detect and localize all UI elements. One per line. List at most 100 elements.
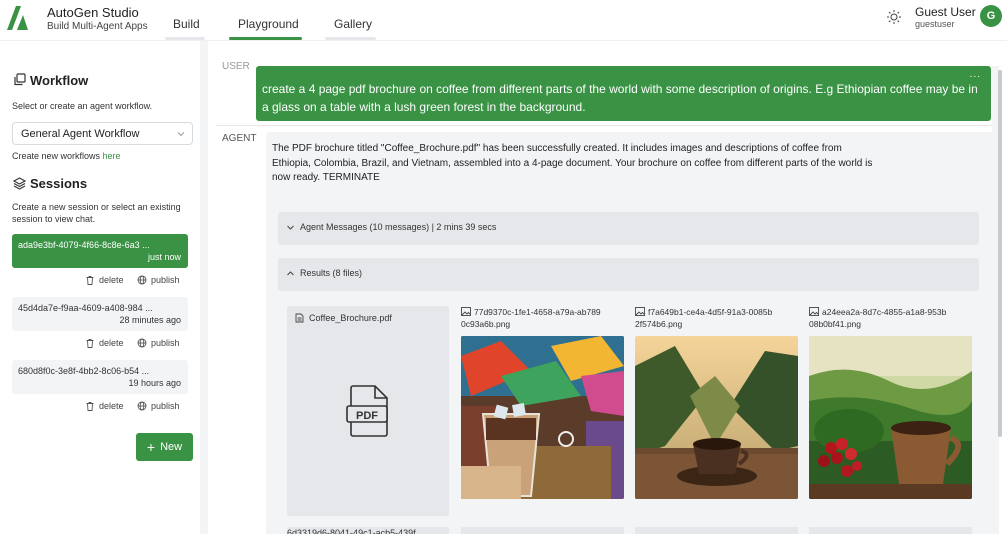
image-icon	[635, 307, 645, 316]
agent-messages-label: Agent Messages (10 messages) | 2 mins 39…	[300, 222, 497, 232]
workflow-description: Select or create an agent workflow.	[12, 101, 153, 111]
create-workflow-text: Create new workflows here	[12, 150, 121, 163]
sessions-description-2: session to view chat.	[12, 214, 96, 224]
tab-gallery[interactable]: Gallery	[334, 17, 372, 31]
publish-label: publish	[151, 275, 180, 285]
workflow-title: Workflow	[30, 73, 89, 88]
image-file-name-2-line-1: f7a649b1-ce4a-4d5f-91a3-0085b	[648, 307, 773, 317]
chat-area: USER ... create a 4 page pdf brochure on…	[208, 41, 1007, 534]
next-file-name: 6d3319d6-8041-49c1-acb5-439f	[287, 528, 416, 534]
delete-label: delete	[99, 401, 124, 411]
globe-icon	[137, 338, 147, 348]
pdf-file-name: Coffee_Brochure.pdf	[295, 313, 392, 323]
session-3-publish-button[interactable]: publish	[137, 401, 180, 411]
session-time: just now	[147, 252, 181, 262]
publish-label: publish	[151, 338, 180, 348]
new-session-label: New	[160, 441, 183, 453]
chevron-down-icon	[177, 132, 185, 137]
user-role-label: USER	[222, 61, 250, 72]
agent-messages-header: Agent Messages (10 messages) | 2 mins 39…	[286, 222, 496, 232]
tab-playground[interactable]: Playground	[238, 17, 299, 31]
results-header: Results (8 files)	[286, 268, 362, 278]
scrollbar-thumb[interactable]	[998, 70, 1002, 437]
next-image-card-2	[635, 527, 798, 534]
workflow-select[interactable]: General Agent Workflow	[12, 122, 193, 145]
app-title: AutoGen Studio	[47, 5, 139, 20]
image-file-name-2: f7a649b1-ce4a-4d5f-91a3-0085b 2f574b6.png	[635, 306, 800, 330]
more-options-icon[interactable]: ...	[970, 66, 981, 84]
theme-toggle-sun-icon[interactable]	[886, 9, 902, 25]
session-time: 19 hours ago	[128, 378, 181, 388]
user-handle: guestuser	[915, 19, 955, 29]
tab-playground-underline	[229, 37, 302, 40]
user-message: ... create a 4 page pdf brochure on coff…	[256, 66, 991, 121]
pdf-file-name-label: Coffee_Brochure.pdf	[309, 313, 392, 323]
sidebar: Workflow Select or create an agent workf…	[0, 41, 200, 534]
user-message-line-1: create a 4 page pdf brochure on coffee f…	[262, 82, 978, 96]
tab-build[interactable]: Build	[173, 17, 200, 31]
delete-label: delete	[99, 275, 124, 285]
tab-gallery-underline	[325, 37, 376, 40]
create-workflow-link[interactable]: here	[103, 151, 121, 161]
session-2-delete-button[interactable]: delete	[85, 338, 124, 348]
create-workflow-prefix: Create new workflows	[12, 151, 103, 161]
chevron-up-icon	[287, 270, 294, 275]
results-label: Results (8 files)	[300, 268, 363, 278]
autogen-logo-icon[interactable]	[7, 6, 31, 30]
sidebar-divider	[200, 41, 208, 534]
svg-text:PDF: PDF	[356, 410, 378, 422]
sessions-title: Sessions	[30, 176, 88, 191]
image-file-name-2-line-2: 2f574b6.png	[635, 319, 683, 329]
image-file-name-1-line-2: 0c93a6b.png	[461, 319, 511, 329]
trash-icon	[86, 402, 94, 411]
session-item-1[interactable]: ada9e3bf-4079-4f66-8c8e-6a3 ... just now	[12, 234, 188, 268]
session-id: 45d4da7e-f9aa-4609-a408-984 ...	[18, 303, 153, 313]
document-icon	[295, 313, 304, 323]
delete-label: delete	[99, 338, 124, 348]
user-message-line-2: a glass on a table with a lush green for…	[262, 100, 586, 114]
agent-messages-collapse[interactable]: Agent Messages (10 messages) | 2 mins 39…	[278, 212, 979, 245]
iced-coffee-market-image[interactable]	[461, 336, 624, 499]
image-file-name-3-line-1: a24eea2a-8d7c-4855-a1a8-953b	[822, 307, 947, 317]
sessions-stack-icon	[13, 177, 26, 190]
image-icon	[809, 307, 819, 316]
tab-build-underline	[165, 37, 205, 40]
globe-icon	[137, 401, 147, 411]
top-header: AutoGen Studio Build Multi-Agent Apps Bu…	[0, 0, 1007, 41]
agent-role-label: AGENT	[222, 133, 257, 144]
chevron-down-icon	[287, 225, 294, 230]
image-icon	[461, 307, 471, 316]
trash-icon	[86, 339, 94, 348]
agent-text-line-1: The PDF brochure titled "Coffee_Brochure…	[272, 143, 842, 154]
next-image-card-3	[809, 527, 972, 534]
pdf-icon: PDF	[346, 385, 388, 437]
user-name[interactable]: Guest User	[915, 5, 976, 19]
trash-icon	[86, 276, 94, 285]
session-id: 680d8f0c-3e8f-4bb2-8c06-b54 ...	[18, 366, 150, 376]
avatar[interactable]: G	[980, 5, 1002, 27]
image-file-name-1-line-1: 77d9370c-1fe1-4658-a79a-ab789	[474, 307, 601, 317]
globe-icon	[137, 275, 147, 285]
agent-text-line-2: Ethiopia, Colombia, Brazil, and Vietnam,…	[272, 157, 873, 169]
session-item-3[interactable]: 680d8f0c-3e8f-4bb2-8c06-b54 ... 19 hours…	[12, 360, 188, 394]
results-collapse[interactable]: Results (8 files)	[278, 258, 979, 291]
app-subtitle: Build Multi-Agent Apps	[47, 21, 148, 32]
coffee-mountain-valley-image[interactable]	[635, 336, 798, 499]
session-id: ada9e3bf-4079-4f66-8c8e-6a3 ...	[18, 240, 150, 250]
image-file-name-1: 77d9370c-1fe1-4658-a79a-ab789 0c93a6b.png	[461, 306, 626, 330]
image-file-name-3: a24eea2a-8d7c-4855-a1a8-953b 08b0bf41.png	[809, 306, 974, 330]
image-file-name-3-line-2: 08b0bf41.png	[809, 319, 861, 329]
session-3-delete-button[interactable]: delete	[85, 401, 124, 411]
session-time: 28 minutes ago	[119, 315, 181, 325]
agent-message: The PDF brochure titled "Coffee_Brochure…	[266, 132, 995, 534]
workflow-copy-icon	[14, 73, 26, 86]
session-2-publish-button[interactable]: publish	[137, 338, 180, 348]
session-item-2[interactable]: 45d4da7e-f9aa-4609-a408-984 ... 28 minut…	[12, 297, 188, 331]
next-image-card-1	[461, 527, 624, 534]
session-1-publish-button[interactable]: publish	[137, 275, 180, 285]
pdf-file-card[interactable]: Coffee_Brochure.pdf PDF	[287, 306, 449, 516]
new-session-button[interactable]: + New	[136, 433, 193, 461]
session-1-delete-button[interactable]: delete	[85, 275, 124, 285]
coffee-cherries-green-hills-image[interactable]	[809, 336, 972, 499]
workflow-select-value: General Agent Workflow	[21, 128, 140, 140]
